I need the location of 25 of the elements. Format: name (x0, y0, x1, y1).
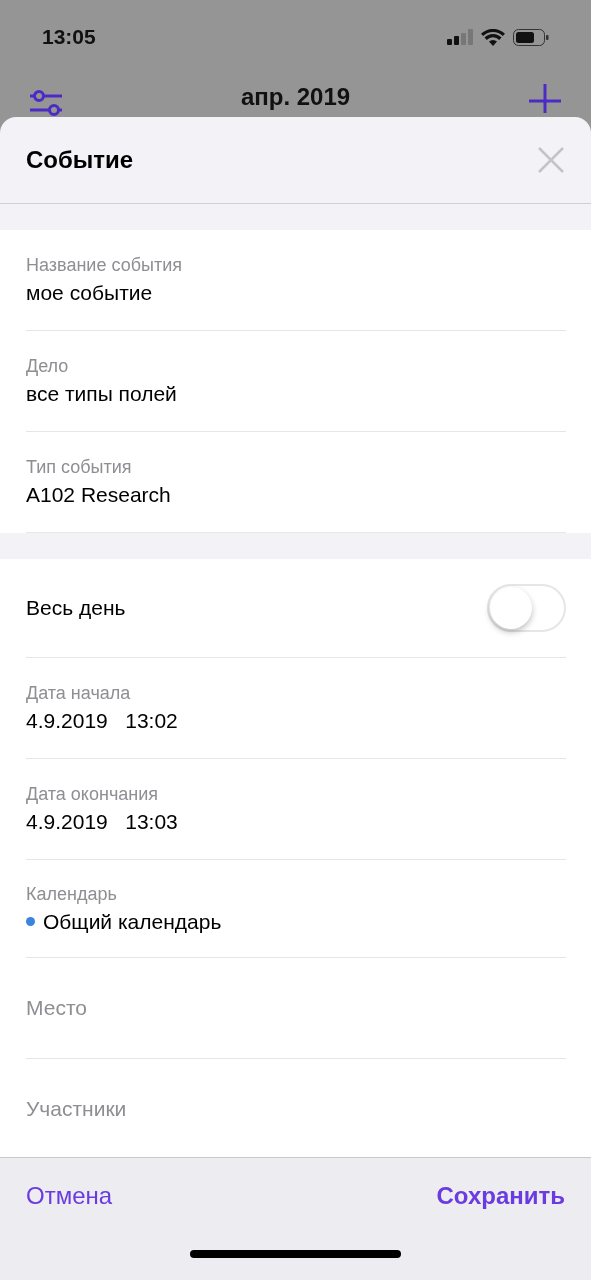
field-label: Тип события (26, 456, 133, 479)
cancel-button[interactable]: Отмена (26, 1178, 113, 1214)
signal-icon (447, 29, 473, 45)
field-label: Календарь (26, 882, 118, 906)
toggle-label: Весь день (26, 595, 126, 622)
field-label: Дата начала (26, 682, 132, 705)
field-value[interactable]: A102 Research (26, 481, 566, 509)
sheet-title: Событие (26, 145, 134, 175)
add-icon[interactable] (529, 84, 561, 113)
close-icon[interactable] (537, 146, 565, 174)
field-value[interactable]: все типы полей (26, 380, 566, 408)
month-title: апр. 2019 (240, 83, 351, 111)
save-button[interactable]: Сохранить (436, 1178, 565, 1214)
field-label: Дело (26, 355, 70, 378)
field-value[interactable]: мое событие (26, 279, 566, 307)
field-label: Название события (26, 254, 183, 277)
calendar-name[interactable]: Общий календарь (43, 907, 222, 936)
field-value[interactable]: 4.9.2019 13:02 (26, 707, 566, 735)
field-value[interactable]: 4.9.2019 13:03 (26, 808, 566, 836)
wifi-icon (481, 28, 505, 46)
filter-sliders-icon[interactable] (30, 88, 64, 117)
field-label: Дата окончания (26, 783, 160, 806)
all-day-switch[interactable] (487, 584, 566, 632)
battery-icon (513, 28, 549, 46)
status-time: 13:05 (42, 24, 96, 51)
